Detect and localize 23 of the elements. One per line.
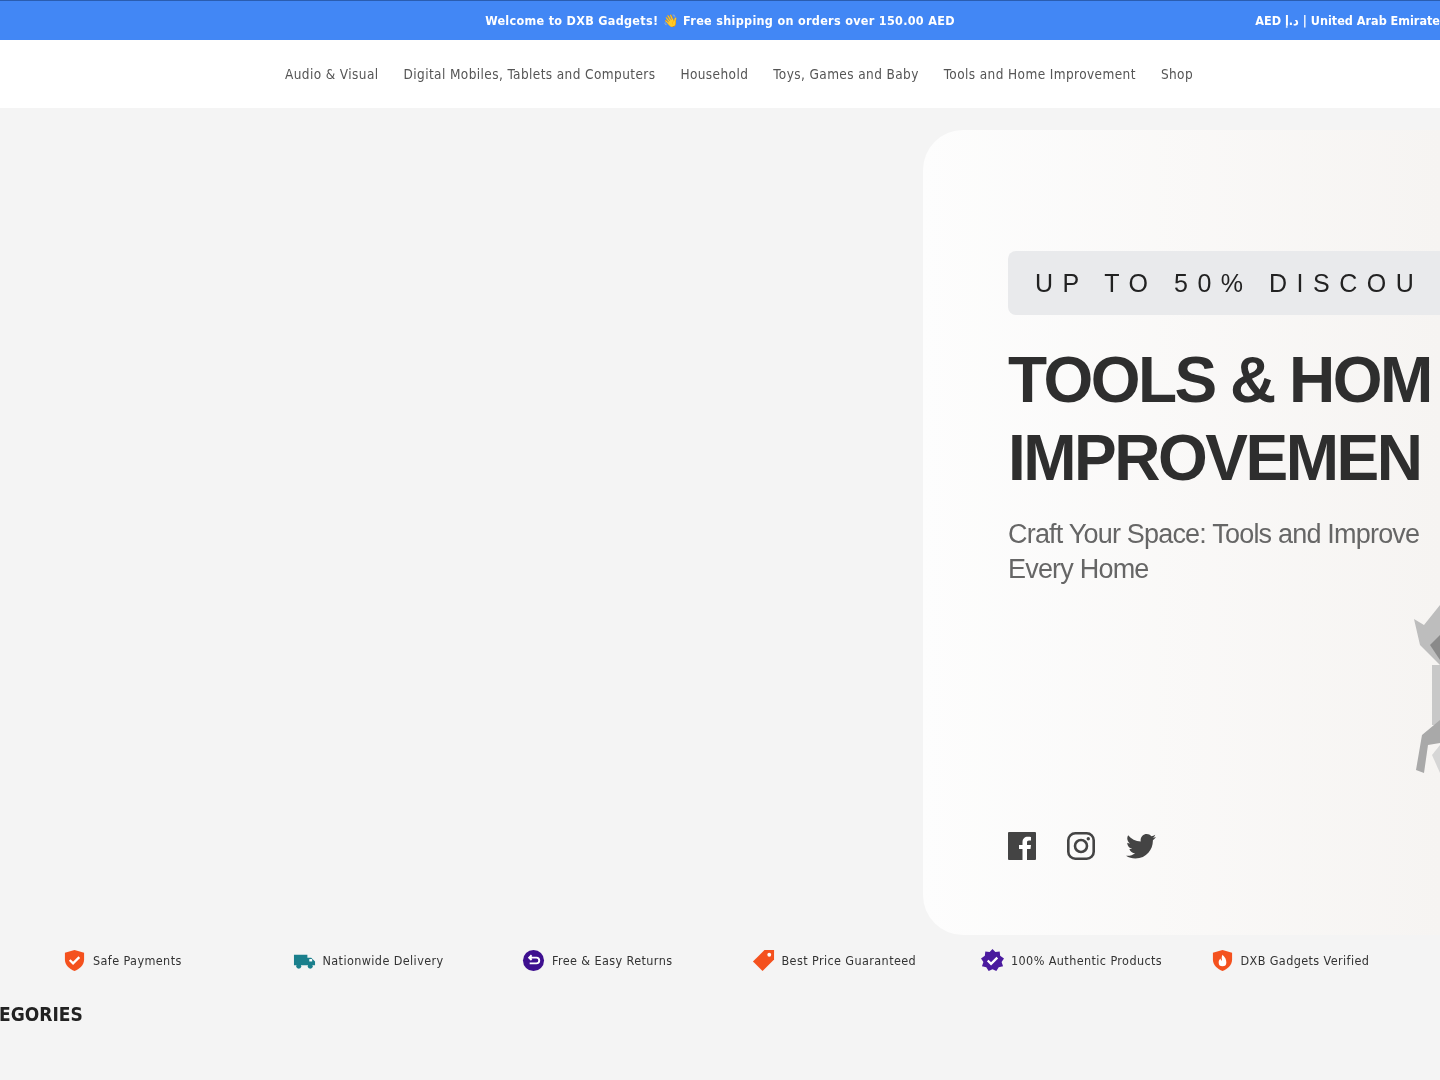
twitter-icon[interactable]	[1126, 833, 1156, 859]
facebook-icon[interactable]	[1008, 832, 1036, 860]
nav-link[interactable]: Toys, Games and Baby	[773, 66, 919, 82]
nav-link[interactable]: Digital Mobiles, Tablets and Computers	[403, 66, 656, 82]
feature-label: DXB Gadgets Verified	[1240, 952, 1370, 968]
hero-subtitle: Every Home	[1008, 553, 1150, 586]
feature-label: Best Price Guaranteed	[781, 952, 917, 968]
discount-text: UP TO 50% DISCOU	[1035, 268, 1424, 298]
announcement-text: Welcome to DXB Gadgets! 👋 Free shipping on orders over 150.00 AED	[485, 13, 955, 28]
feature-label: 100% Authentic Products	[1011, 952, 1163, 968]
feature-label: Safe Payments	[93, 952, 182, 968]
hero-banner[interactable]: UP TO 50% DISCOU TOOLS & HOM IMPROVEMEN Craft Your Space: Tools and Improve Every Home	[923, 130, 1440, 935]
instagram-icon[interactable]	[1067, 832, 1095, 860]
hero-subtitle: Craft Your Space: Tools and Improve	[1008, 518, 1420, 551]
hero-title: IMPROVEMEN	[1008, 421, 1422, 496]
nav-link[interactable]: Shop	[1160, 66, 1194, 82]
nav-link[interactable]: Audio & Visual	[284, 66, 379, 82]
feature-label: Nationwide Delivery	[322, 952, 444, 968]
hero-title: TOOLS & HOM	[1008, 343, 1431, 418]
section-heading: EGORIES	[0, 1002, 84, 1027]
nav-link[interactable]: Tools and Home Improvement	[943, 66, 1136, 82]
feature-label: Free & Easy Returns	[552, 952, 673, 968]
nav-link[interactable]: Household	[680, 66, 749, 82]
